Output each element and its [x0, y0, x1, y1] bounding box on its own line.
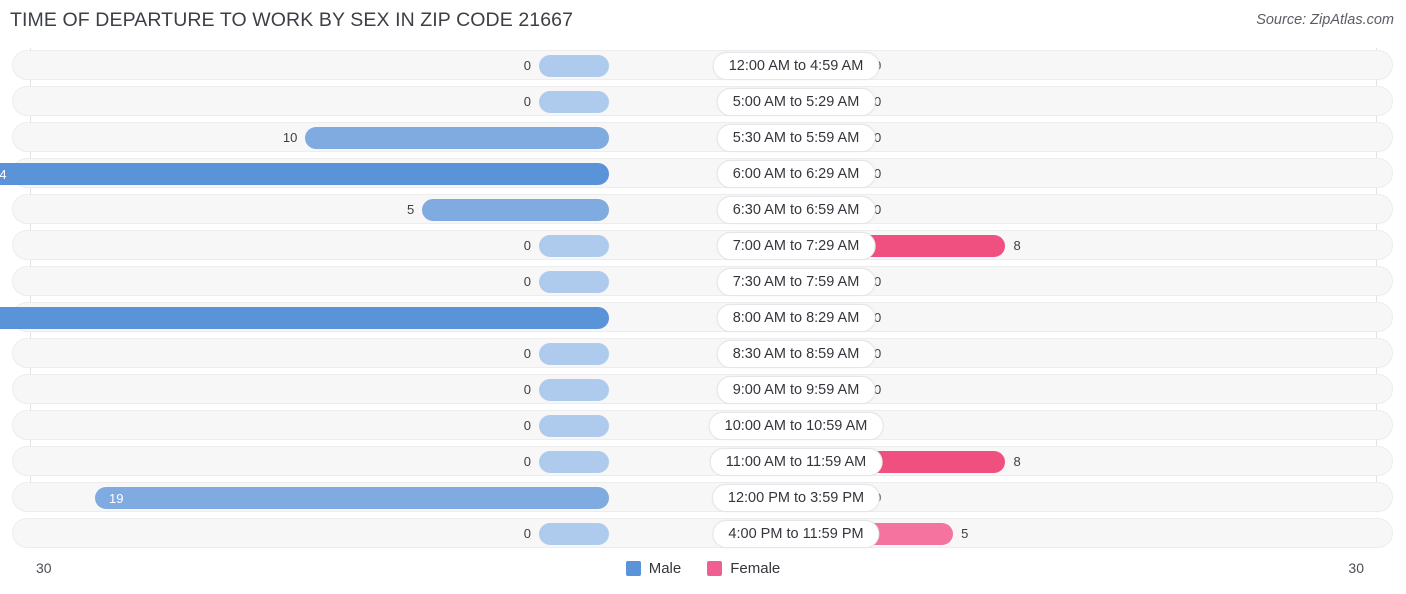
legend-swatch-icon [707, 561, 723, 576]
bar-row: 0 0 9:00 AM to 9:59 AM [12, 374, 1393, 404]
category-label-pill: 12:00 AM to 4:59 AM [712, 52, 880, 80]
bar-row: 0010:00 AM to 10:59 AM [12, 410, 1393, 440]
category-label-pill: 7:30 AM to 7:59 AM [716, 268, 876, 296]
bar-row: 0 0 8:30 AM to 8:59 AM [12, 338, 1393, 368]
male-bar[interactable] [422, 199, 609, 221]
bar-row: 10 0 5:30 AM to 5:59 AM [12, 122, 1393, 152]
source-attribution: Source: ZipAtlas.com [1256, 12, 1394, 28]
bar-row: 0 0 5:00 AM to 5:29 AM [12, 86, 1393, 116]
male-value-label: 0 [523, 58, 531, 73]
category-label-pill: 8:00 AM to 8:29 AM [716, 304, 876, 332]
male-value-label: 0 [523, 418, 531, 433]
male-value-label: 0 [523, 454, 531, 469]
category-label-pill: 10:00 AM to 10:59 AM [708, 412, 884, 440]
female-value-label: 5 [961, 526, 969, 541]
male-bar[interactable] [539, 271, 609, 293]
male-value-label: 24 [0, 166, 7, 182]
male-bar[interactable] [539, 55, 609, 77]
male-bar[interactable] [539, 451, 609, 473]
chart-plot-area: 0 0 12:00 AM to 4:59 AM 0 0 5:00 AM to 5:29 A… [0, 48, 1406, 554]
chart-page: TIME OF DEPARTURE TO WORK BY SEX IN ZIP … [0, 0, 1406, 594]
male-bar[interactable] [539, 523, 609, 545]
category-label-pill: 11:00 AM to 11:59 AM [709, 448, 883, 476]
male-bar[interactable] [539, 91, 609, 113]
male-value-label: 0 [523, 346, 531, 361]
category-label-pill: 4:00 PM to 11:59 PM [712, 520, 880, 548]
chart-header: TIME OF DEPARTURE TO WORK BY SEX IN ZIP … [0, 0, 1406, 42]
male-value-label: 0 [523, 274, 531, 289]
legend-label: Female [730, 560, 781, 577]
legend-item-male[interactable]: Male [625, 560, 682, 577]
category-label-pill: 9:00 AM to 9:59 AM [716, 376, 876, 404]
male-bar[interactable]: 24 [0, 163, 609, 185]
page-title: TIME OF DEPARTURE TO WORK BY SEX IN ZIP … [10, 9, 574, 31]
category-label-pill: 6:30 AM to 6:59 AM [716, 196, 876, 224]
bar-row: 19012:00 PM to 3:59 PM [12, 482, 1393, 512]
male-value-label: 0 [523, 526, 531, 541]
male-bar[interactable] [539, 415, 609, 437]
bar-row: 0 0 7:30 AM to 7:59 AM [12, 266, 1393, 296]
bar-row: 2908:00 AM to 8:29 AM [0, 302, 1393, 332]
male-bar[interactable]: 29 [0, 307, 609, 329]
bar-row: 0 5 4:00 PM to 11:59 PM [12, 518, 1393, 548]
male-value-label: 0 [523, 238, 531, 253]
male-bar[interactable]: 19 [95, 487, 609, 509]
bar-row: 5 0 6:30 AM to 6:59 AM [12, 194, 1393, 224]
male-value-label: 0 [523, 94, 531, 109]
category-label-pill: 7:00 AM to 7:29 AM [716, 232, 876, 260]
category-label-pill: 8:30 AM to 8:59 AM [716, 340, 876, 368]
male-bar[interactable] [539, 235, 609, 257]
legend-label: Male [648, 560, 682, 577]
category-label-pill: 12:00 PM to 3:59 PM [711, 484, 881, 512]
legend-item-female[interactable]: Female [707, 560, 780, 577]
bar-row: 2406:00 AM to 6:29 AM [0, 158, 1393, 188]
category-label-pill: 5:00 AM to 5:29 AM [716, 88, 876, 116]
male-bar[interactable] [539, 379, 609, 401]
category-label-pill: 5:30 AM to 5:59 AM [716, 124, 876, 152]
category-label-pill: 6:00 AM to 6:29 AM [716, 160, 876, 188]
bar-row: 0 8 7:00 AM to 7:29 AM [12, 230, 1393, 260]
male-value-label: 5 [406, 202, 415, 217]
female-value-label: 8 [1013, 238, 1021, 253]
male-value-label: 0 [523, 382, 531, 397]
male-value-label: 19 [109, 490, 124, 506]
chart-legend: Male Female [0, 560, 1406, 577]
male-bar[interactable] [305, 127, 609, 149]
bar-row: 0012:00 AM to 4:59 AM [12, 50, 1393, 80]
legend-swatch-icon [625, 561, 641, 576]
chart-footer: 30 30 Male Female [0, 556, 1406, 594]
bar-row: 0 8 11:00 AM to 11:59 AM [12, 446, 1393, 476]
female-value-label: 8 [1013, 454, 1021, 469]
male-bar[interactable] [539, 343, 609, 365]
male-value-label: 10 [282, 130, 298, 145]
